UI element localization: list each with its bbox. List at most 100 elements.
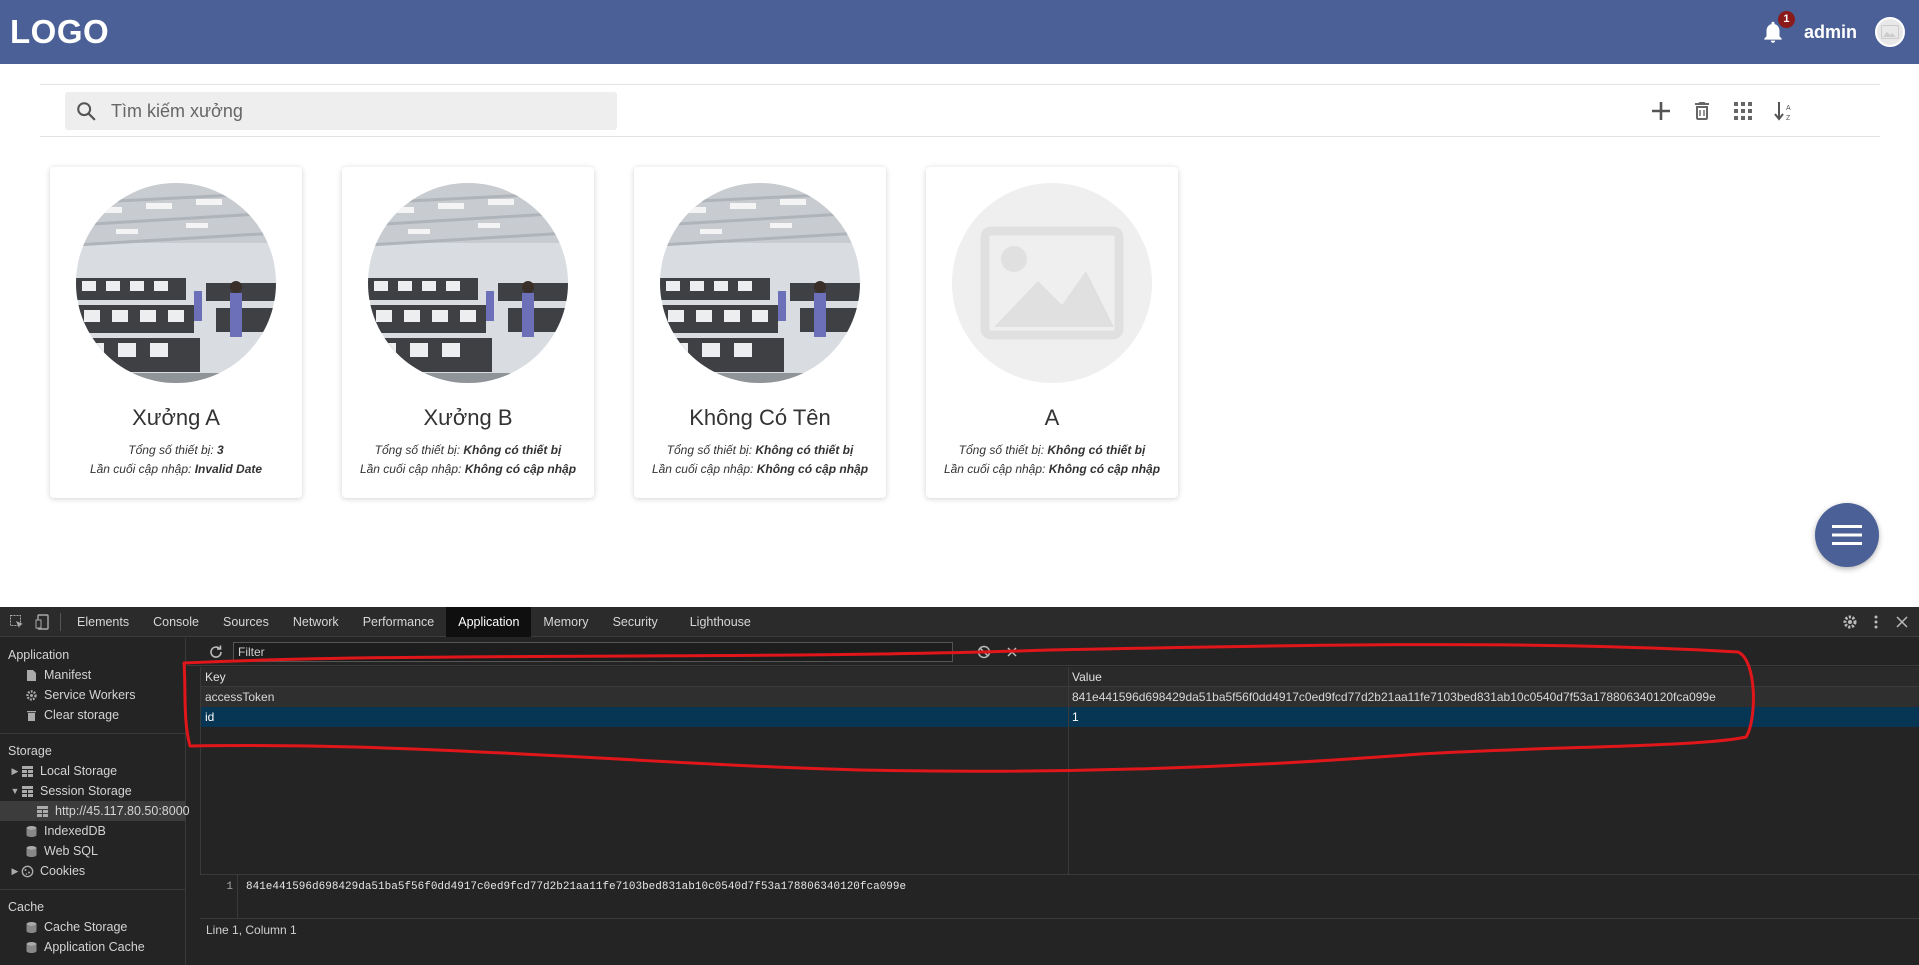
svg-text:Z: Z <box>1786 115 1791 122</box>
sidebar-item-websql[interactable]: Web SQL <box>0 841 185 861</box>
kebab-menu-icon <box>1874 615 1878 629</box>
app-header: LOGO 1 admin <box>0 0 1919 64</box>
last-updated-value: Không có cập nhập <box>464 462 577 476</box>
search-box[interactable] <box>65 92 617 130</box>
sidebar-item-clear-storage[interactable]: Clear storage <box>0 705 185 725</box>
factory-photo-icon <box>660 183 860 383</box>
close-devtools-button[interactable] <box>1889 607 1915 637</box>
delete-selected-button[interactable] <box>1003 637 1021 667</box>
table-icon <box>20 764 34 778</box>
sidebar-item-service-workers[interactable]: Service Workers <box>0 685 185 705</box>
workshop-card[interactable]: Xưởng B Tổng số thiết bị: Không có thiết… <box>342 167 594 498</box>
sidebar-item-indexeddb[interactable]: IndexedDB <box>0 821 185 841</box>
tab-network[interactable]: Network <box>281 607 351 637</box>
more-options-button[interactable] <box>1863 607 1889 637</box>
sidebar-item-label: Session Storage <box>40 784 132 798</box>
column-header-key[interactable]: Key <box>201 667 1068 687</box>
sidebar-item-label: Application Cache <box>44 940 145 954</box>
storage-table: Key Value accessToken 841e441596d698429d… <box>200 667 1919 874</box>
clear-all-button[interactable] <box>973 637 995 667</box>
add-button[interactable] <box>1648 96 1674 126</box>
preview-content[interactable]: 841e441596d698429da51ba5f56f0dd4917c0ed9… <box>246 881 906 893</box>
workshop-title: Xưởng A <box>132 405 220 430</box>
refresh-button[interactable] <box>207 637 225 667</box>
factory-photo-icon <box>368 183 568 383</box>
grid-view-button[interactable] <box>1730 96 1756 126</box>
workshop-image <box>76 183 276 383</box>
search-input[interactable] <box>111 100 591 122</box>
collapse-arrow-icon[interactable]: ▼ <box>10 781 20 801</box>
sidebar-item-cookies[interactable]: ▶ Cookies <box>0 861 185 881</box>
tab-elements[interactable]: Elements <box>65 607 141 637</box>
tab-console[interactable]: Console <box>141 607 211 637</box>
tab-lighthouse[interactable]: Lighthouse <box>678 607 763 637</box>
tab-performance[interactable]: Performance <box>351 607 447 637</box>
expand-arrow-icon[interactable]: ▶ <box>10 861 20 881</box>
settings-button[interactable] <box>1837 607 1863 637</box>
sidebar-item-application-cache[interactable]: Application Cache <box>0 937 185 957</box>
workshop-image <box>952 183 1152 383</box>
devtools-window-controls <box>1837 607 1915 637</box>
database-icon <box>24 824 38 838</box>
block-icon <box>977 645 991 658</box>
tab-memory[interactable]: Memory <box>531 607 600 637</box>
sort-button[interactable]: AZ <box>1771 96 1797 126</box>
last-updated-label: Lần cuối cập nhập: <box>943 462 1049 476</box>
toolbar-top-divider <box>40 84 1880 85</box>
storage-filter-bar <box>187 638 1919 666</box>
database-icon <box>24 844 38 858</box>
inspect-element-button[interactable] <box>4 607 30 637</box>
gear-icon <box>1843 615 1857 629</box>
column-header-value[interactable]: Value <box>1068 667 1919 687</box>
workshop-card[interactable]: A Tổng số thiết bị: Không có thiết bị Lầ… <box>926 167 1178 498</box>
sidebar-item-cache-storage[interactable]: Cache Storage <box>0 917 185 937</box>
tab-application[interactable]: Application <box>446 606 532 637</box>
gear-icon <box>24 688 38 702</box>
table-row[interactable]: id 1 <box>201 707 1919 727</box>
sidebar-item-label: Web SQL <box>44 844 98 858</box>
device-count-value: 3 <box>217 443 224 457</box>
file-icon <box>24 668 38 682</box>
user-avatar[interactable] <box>1875 17 1905 47</box>
table-row[interactable]: accessToken 841e441596d698429da51ba5f56f… <box>201 687 1919 707</box>
refresh-icon <box>210 645 222 658</box>
sidebar-item-session-storage[interactable]: ▼ Session Storage <box>0 781 185 801</box>
filter-input[interactable] <box>233 641 953 662</box>
device-toolbar-button[interactable] <box>30 607 56 637</box>
device-count-value: Không có thiết bị <box>755 443 854 457</box>
workshop-meta: Tổng số thiết bị: Không có thiết bị Lần … <box>360 441 576 479</box>
last-updated-value: Không có cập nhập <box>1048 462 1161 476</box>
sidebar-item-session-origin[interactable]: http://45.117.80.50:8000 <box>0 801 190 821</box>
last-updated-value: Invalid Date <box>194 462 263 476</box>
tab-sources[interactable]: Sources <box>211 607 281 637</box>
tab-security[interactable]: Security <box>601 607 670 637</box>
line-number: 1 <box>200 875 238 918</box>
workshop-card[interactable]: Xưởng A Tổng số thiết bị: 3 Lần cuối cập… <box>50 167 302 498</box>
expand-arrow-icon[interactable]: ▶ <box>10 761 20 781</box>
inspect-cursor-icon <box>10 614 23 628</box>
workshop-card[interactable]: Không Có Tên Tổng số thiết bị: Không có … <box>634 167 886 498</box>
workshop-title: Không Có Tên <box>689 405 831 430</box>
toolbar-bottom-divider <box>40 136 1880 137</box>
search-icon <box>77 102 96 121</box>
app-logo[interactable]: LOGO <box>10 13 109 51</box>
table-icon <box>20 784 34 798</box>
header-actions: 1 admin <box>1760 11 1905 47</box>
sidebar-item-local-storage[interactable]: ▶ Local Storage <box>0 761 185 781</box>
username-label[interactable]: admin <box>1804 22 1857 43</box>
hamburger-icon <box>1832 525 1862 545</box>
notification-badge: 1 <box>1777 11 1795 28</box>
database-icon <box>24 920 38 934</box>
sidebar-item-label: Service Workers <box>44 688 136 702</box>
sidebar-item-manifest[interactable]: Manifest <box>0 665 185 685</box>
workshop-meta: Tổng số thiết bị: 3 Lần cuối cập nhập: I… <box>90 441 262 479</box>
delete-button[interactable] <box>1689 96 1715 126</box>
column-divider[interactable] <box>1068 667 1069 874</box>
notification-button[interactable]: 1 <box>1760 11 1795 45</box>
value-preview: 1 841e441596d698429da51ba5f56f0dd4917c0e… <box>200 874 1919 918</box>
workshop-image <box>660 183 860 383</box>
workshop-list: Xưởng A Tổng số thiết bị: 3 Lần cuối cập… <box>50 167 1178 498</box>
device-count-label: Tổng số thiết bị: <box>666 443 756 457</box>
workshop-meta: Tổng số thiết bị: Không có thiết bị Lần … <box>652 441 868 479</box>
menu-fab[interactable] <box>1815 503 1879 567</box>
